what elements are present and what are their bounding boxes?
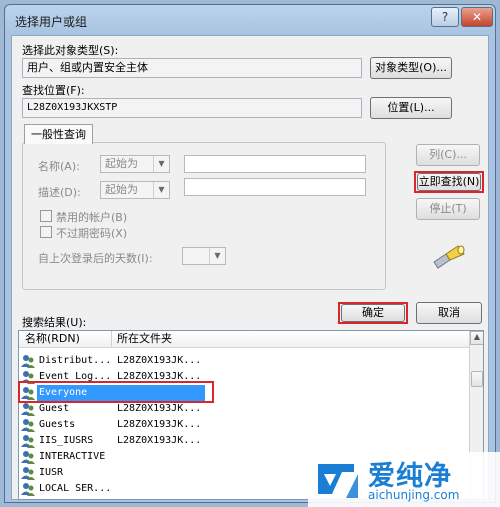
row-name: Guests xyxy=(39,419,76,430)
close-button[interactable]: ✕ xyxy=(461,7,493,27)
row-name: Distribut... xyxy=(39,355,112,366)
search-flashlight-icon xyxy=(433,245,465,269)
non-expiring-password-checkbox[interactable] xyxy=(40,226,52,238)
non-expiring-password-label: 不过期密码(X) xyxy=(56,227,128,240)
find-now-button[interactable]: 立即查找(N) xyxy=(417,173,481,191)
name-input[interactable] xyxy=(184,155,366,173)
description-mode-value: 起始为 xyxy=(105,183,138,196)
tab-general-query[interactable]: 一般性查询 xyxy=(24,124,93,144)
results-label: 搜索结果(U): xyxy=(22,316,87,329)
disabled-accounts-checkbox[interactable] xyxy=(40,210,52,222)
location-field: L28Z0X193JKXSTP xyxy=(22,98,362,118)
user-group-icon xyxy=(21,451,35,464)
row-name: IIS_IUSRS xyxy=(39,435,94,446)
object-types-button[interactable]: 对象类型(O)... xyxy=(370,57,452,79)
stop-button[interactable]: 停止(T) xyxy=(416,198,480,220)
name-label: 名称(A): xyxy=(38,160,80,173)
cancel-button[interactable]: 取消 xyxy=(416,302,482,324)
row-folder: L28Z0X193JK... xyxy=(117,403,202,414)
locations-button[interactable]: 位置(L)... xyxy=(370,97,452,119)
title-bar[interactable]: 选择用户或组 ? ✕ xyxy=(5,5,495,33)
column-divider[interactable] xyxy=(111,331,112,347)
user-group-icon xyxy=(21,435,35,448)
watermark-url: aichunjing.com xyxy=(368,488,460,502)
watermark: 爱纯净 aichunjing.com xyxy=(308,452,500,507)
row-folder: L28Z0X193JK... xyxy=(117,355,202,366)
row-name: IUSR xyxy=(39,467,64,478)
row-folder: L28Z0X193JK... xyxy=(117,435,202,446)
everyone-highlight xyxy=(18,381,214,403)
row-name: LOCAL SER... xyxy=(39,483,112,494)
row-name: Guest xyxy=(39,403,70,414)
user-group-icon xyxy=(21,467,35,480)
brand-logo-icon xyxy=(318,464,358,498)
user-group-icon xyxy=(21,403,35,416)
scroll-thumb[interactable] xyxy=(471,371,483,387)
chevron-down-icon: ▼ xyxy=(153,182,169,198)
table-row[interactable]: Guests L28Z0X193JK... xyxy=(19,417,469,433)
object-type-label: 选择此对象类型(S): xyxy=(22,44,119,57)
location-label: 查找位置(F): xyxy=(22,84,85,97)
disabled-accounts-label: 禁用的帐户(B) xyxy=(56,211,128,224)
days-since-logon-combo[interactable]: ▼ xyxy=(182,247,226,265)
scroll-up-icon[interactable]: ▲ xyxy=(470,331,483,345)
description-input[interactable] xyxy=(184,178,366,196)
days-since-logon-label: 自上次登录后的天数(I): xyxy=(38,252,153,265)
column-header-name[interactable]: 名称(RDN) xyxy=(25,331,80,347)
table-row[interactable]: Guest L28Z0X193JK... xyxy=(19,401,469,417)
ok-button[interactable]: 确定 xyxy=(341,304,405,322)
description-label: 描述(D): xyxy=(38,186,81,199)
chevron-down-icon: ▼ xyxy=(153,156,169,172)
description-mode-combo[interactable]: 起始为 ▼ xyxy=(100,181,170,199)
dialog-client: 选择此对象类型(S): 用户、组或内置安全主体 对象类型(O)... 查找位置(… xyxy=(11,35,489,500)
user-group-icon xyxy=(21,355,35,368)
results-header: 名称(RDN) 所在文件夹 xyxy=(19,331,469,348)
columns-button[interactable]: 列(C)... xyxy=(416,144,480,166)
name-mode-value: 起始为 xyxy=(105,157,138,170)
column-header-folder[interactable]: 所在文件夹 xyxy=(117,331,172,347)
table-row[interactable]: Distribut... L28Z0X193JK... xyxy=(19,353,469,369)
window-title: 选择用户或组 xyxy=(15,15,88,29)
dialog-window: 选择用户或组 ? ✕ 选择此对象类型(S): 用户、组或内置安全主体 对象类型(… xyxy=(4,4,496,503)
row-name: INTERACTIVE xyxy=(39,451,106,462)
user-group-icon xyxy=(21,483,35,496)
chevron-down-icon: ▼ xyxy=(209,248,225,264)
user-group-icon xyxy=(21,419,35,432)
help-button[interactable]: ? xyxy=(431,7,459,27)
name-mode-combo[interactable]: 起始为 ▼ xyxy=(100,155,170,173)
table-row[interactable]: IIS_IUSRS L28Z0X193JK... xyxy=(19,433,469,449)
object-type-field: 用户、组或内置安全主体 xyxy=(22,58,362,78)
row-folder: L28Z0X193JK... xyxy=(117,419,202,430)
